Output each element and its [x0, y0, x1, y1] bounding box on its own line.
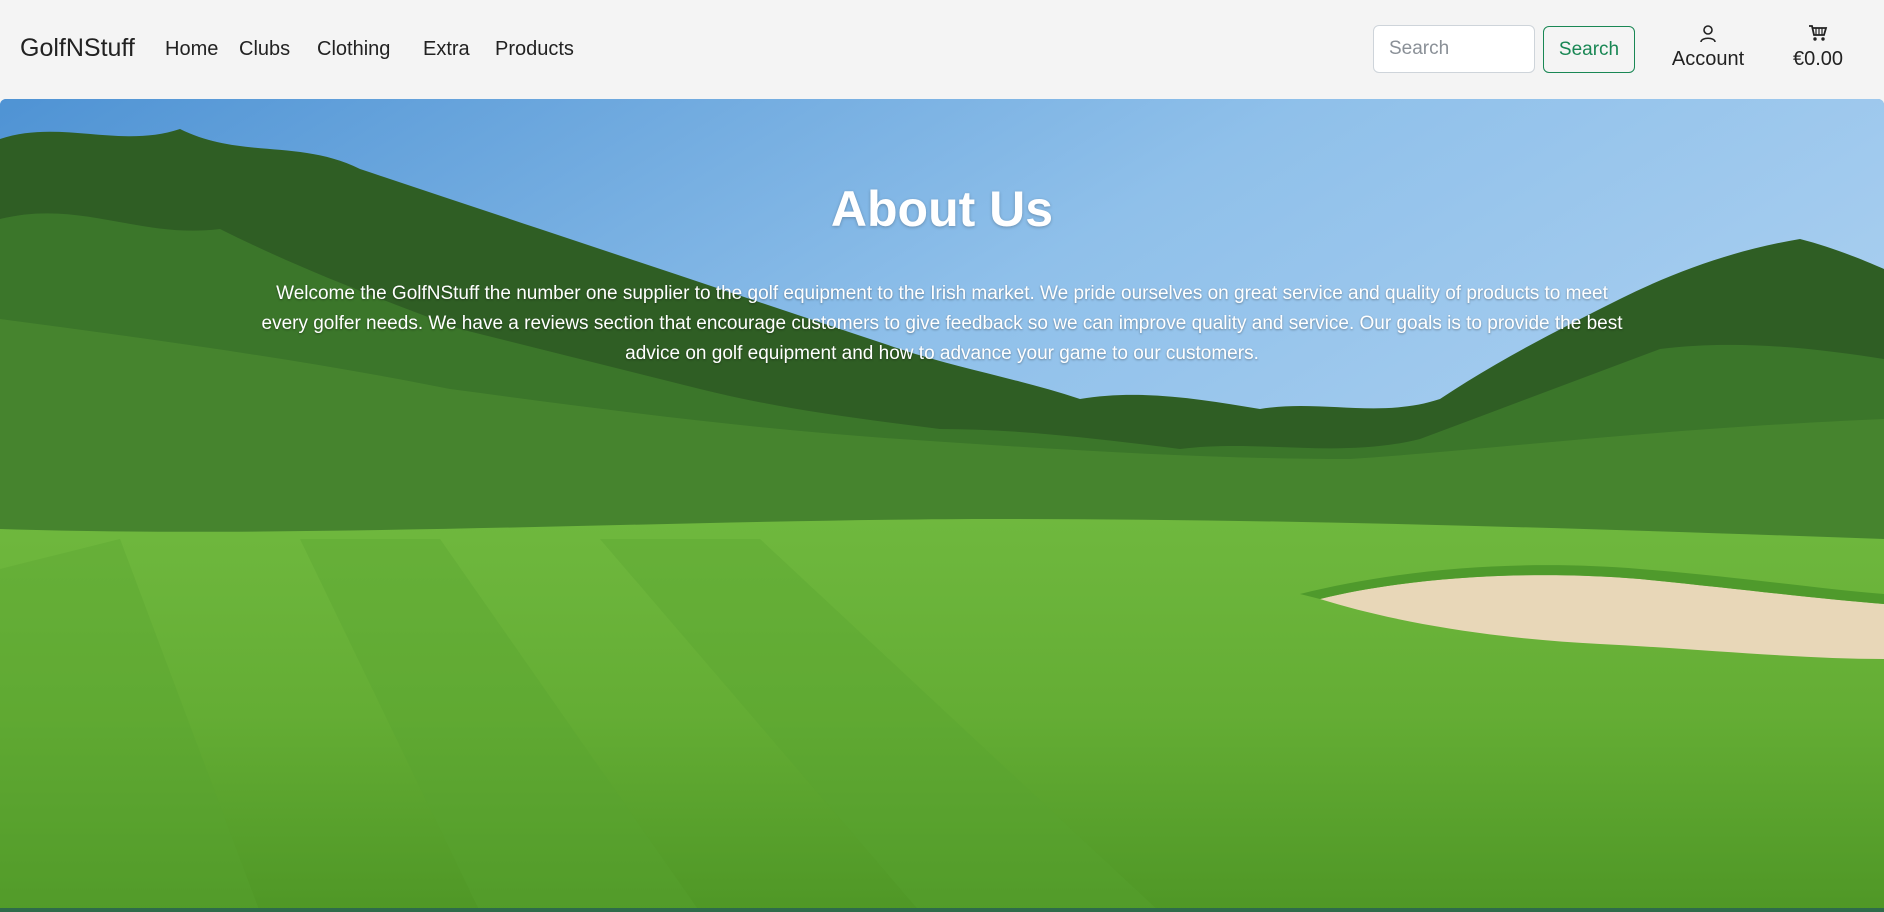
cart-icon	[1788, 24, 1848, 46]
nav-link-extra[interactable]: Extra	[423, 38, 470, 61]
nav-link-products[interactable]: Products	[495, 38, 574, 61]
cart-total: €0.00	[1792, 48, 1844, 70]
hero-banner: About Us Welcome the GolfNStuff the numb…	[0, 99, 1884, 912]
nav-link-clothing[interactable]: Clothing	[317, 38, 390, 61]
person-icon	[1668, 24, 1748, 46]
top-navbar: GolfNStuff Home Clubs Clothing Extra Pro…	[0, 0, 1884, 99]
bottom-border	[0, 908, 1884, 912]
brand-logo-link[interactable]: GolfNStuff	[20, 34, 135, 63]
cart-link[interactable]: €0.00	[1788, 24, 1848, 71]
about-description: Welcome the GolfNStuff the number one su…	[261, 283, 1623, 364]
search-button[interactable]: Search	[1543, 26, 1635, 73]
account-label: Account	[1671, 48, 1745, 70]
page-title: About Us	[830, 181, 1054, 237]
account-link[interactable]: Account	[1668, 24, 1748, 71]
nav-link-clubs[interactable]: Clubs	[239, 38, 290, 61]
nav-link-home[interactable]: Home	[165, 38, 218, 61]
search-input[interactable]	[1373, 25, 1535, 73]
